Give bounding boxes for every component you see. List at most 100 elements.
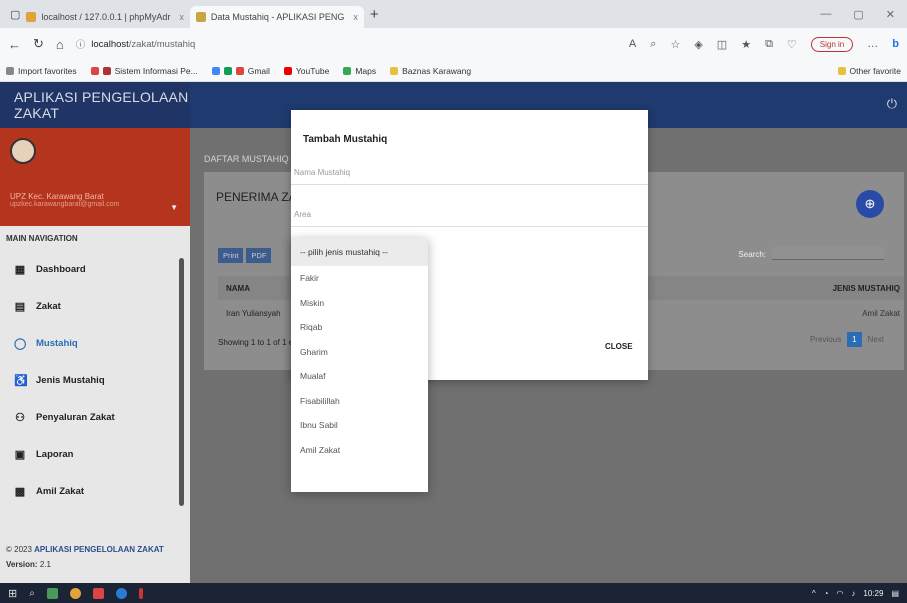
wifi-icon[interactable]: ◠ (836, 589, 843, 598)
extension-icon[interactable]: ◈ (694, 38, 702, 51)
area-field[interactable]: Area (291, 204, 648, 226)
sidebar-item-dashboard[interactable]: ▦ Dashboard (0, 251, 190, 288)
sidebar-item-jenis-mustahiq[interactable]: ♿ Jenis Mustahiq (0, 362, 190, 399)
phpmyadmin-icon (26, 12, 37, 22)
google-icon (211, 66, 220, 75)
field-divider (291, 184, 648, 185)
sidebar-scrollbar[interactable] (179, 258, 184, 506)
zoom-icon[interactable]: ⌕ (650, 38, 656, 51)
close-tab-icon[interactable]: x (353, 12, 358, 22)
new-tab-button[interactable]: + (370, 6, 379, 23)
back-icon[interactable]: ← (8, 37, 21, 52)
cell-jenis: Amil Zakat (862, 309, 900, 318)
bookmark-maps[interactable]: Maps (343, 66, 376, 76)
search-input[interactable] (772, 246, 884, 260)
read-aloud-icon[interactable]: A (629, 38, 636, 50)
file-explorer-icon[interactable] (46, 587, 58, 599)
gmail-m-icon (90, 66, 99, 75)
option-amil-zakat[interactable]: Amil Zakat (291, 438, 428, 463)
edge-icon[interactable] (115, 587, 127, 599)
maps-icon (343, 66, 352, 75)
bookmark-baznas[interactable]: Baznas Karawang (390, 66, 471, 76)
info-icon[interactable]: ⓘ (76, 37, 86, 51)
more-icon[interactable]: … (867, 38, 878, 50)
bookmark-youtube[interactable]: YouTube (283, 66, 329, 76)
performance-icon[interactable]: ♡ (787, 38, 797, 51)
url-path: /zakat/mustahiq (128, 38, 196, 50)
option-fisabilillah[interactable]: Fisabilillah (291, 389, 428, 414)
split-screen-icon[interactable]: ◫ (717, 38, 727, 51)
favorite-star-icon[interactable]: ☆ (670, 38, 680, 51)
option-gharim[interactable]: Gharim (291, 340, 428, 365)
folder-icon (837, 66, 846, 75)
tab-phpmyadmin[interactable]: localhost / 127.0.0.1 | phpMyAdr x (20, 6, 189, 28)
sidebar-item-amil-zakat[interactable]: ▩ Amil Zakat (0, 473, 190, 510)
jenis-mustahiq-dropdown[interactable]: -- pilih jenis mustahiq -- Fakir Miskin … (291, 238, 428, 492)
option-placeholder[interactable]: -- pilih jenis mustahiq -- (291, 238, 428, 266)
column-nama[interactable]: NAMA (226, 284, 250, 293)
url-input[interactable]: ⓘ localhost/zakat/mustahiq (76, 37, 617, 52)
clock[interactable]: 10:29 (863, 589, 883, 598)
minimize-icon[interactable]: — (820, 8, 831, 21)
print-button[interactable]: Print (218, 248, 244, 263)
tab-data-mustahiq[interactable]: Data Mustahiq - APLIKASI PENG x (189, 6, 364, 28)
chevron-down-icon[interactable]: ▼ (170, 203, 178, 212)
app-favicon-icon (195, 12, 206, 22)
baznas-icon (390, 66, 399, 75)
tab-actions-icon[interactable]: ▢ (10, 8, 20, 21)
sidebar: UPZ Kec. Karawang Barat upzkec.karawangb… (0, 128, 190, 583)
option-riqab[interactable]: Riqab (291, 315, 428, 340)
bookmark-gmail[interactable]: Gmail (211, 66, 270, 76)
next-button[interactable]: Next (868, 335, 884, 344)
windows-taskbar: ⊞ ⌕ ^ ◔ ◠ ♪ 10:29 ▤ (0, 583, 907, 603)
page-1-button[interactable]: 1 (847, 332, 862, 347)
option-ibnu-sabil[interactable]: Ibnu Sabil (291, 413, 428, 438)
option-fakir[interactable]: Fakir (291, 266, 428, 291)
previous-button[interactable]: Previous (810, 335, 841, 344)
network-icon[interactable]: ◔ (824, 589, 829, 598)
import-icon (6, 66, 14, 75)
main-navigation-heading: MAIN NAVIGATION (6, 234, 78, 243)
mustahiq-icon: ◯ (14, 337, 27, 350)
option-mualaf[interactable]: Mualaf (291, 364, 428, 389)
sidebar-item-mustahiq[interactable]: ◯ Mustahiq (0, 325, 190, 362)
app-icon[interactable] (92, 587, 104, 599)
collections-icon[interactable]: ⧉ (765, 38, 773, 51)
bookmark-import[interactable]: Import favorites (6, 66, 77, 76)
favorites-icon[interactable]: ★ (741, 38, 751, 51)
tab-label: Data Mustahiq - APLIKASI PENG (210, 12, 345, 22)
app-icon[interactable] (138, 587, 143, 599)
column-jenis-mustahiq[interactable]: JENIS MUSTAHIQ (833, 284, 900, 293)
bing-icon[interactable]: b (892, 38, 899, 50)
sidebar-item-zakat[interactable]: ▤ Zakat (0, 288, 190, 325)
sign-in-button[interactable]: Sign in (810, 36, 854, 52)
nama-mustahiq-field[interactable]: Nama Mustahiq (291, 162, 648, 184)
power-icon[interactable]: ⏻ (887, 96, 897, 112)
refresh-icon[interactable]: ↻ (33, 36, 44, 52)
browser-tabbar: ▢ localhost / 127.0.0.1 | phpMyAdr x Dat… (0, 0, 907, 28)
close-button[interactable]: CLOSE (605, 342, 633, 351)
sidebar-footer: © 2023 APLIKASI PENGELOLAAN ZAKAT Versio… (6, 545, 164, 569)
chevron-up-icon[interactable]: ^ (812, 589, 816, 598)
notification-icon[interactable]: ▤ (891, 589, 899, 598)
wheelchair-icon: ♿ (14, 374, 28, 387)
chrome-icon[interactable] (69, 587, 81, 599)
app-brand[interactable]: APLIKASI PENGELOLAAN ZAKAT (0, 82, 190, 128)
report-icon: ▣ (14, 448, 26, 461)
bookmarks-bar: Import favorites Sistem Informasi Pe... … (0, 60, 907, 82)
search-label: Search: (738, 250, 766, 259)
windows-start-icon[interactable]: ⊞ (8, 587, 17, 600)
bookmark-sistem[interactable]: Sistem Informasi Pe... (90, 66, 198, 76)
sidebar-item-laporan[interactable]: ▣ Laporan (0, 436, 190, 473)
bookmark-other-favorites[interactable]: Other favorite (837, 66, 901, 76)
volume-icon[interactable]: ♪ (851, 589, 855, 598)
close-tab-icon[interactable]: x (179, 12, 184, 22)
sidebar-item-penyaluran-zakat[interactable]: ⚇ Penyaluran Zakat (0, 399, 190, 436)
option-miskin[interactable]: Miskin (291, 291, 428, 316)
add-mustahiq-button[interactable]: ⊕ (856, 190, 884, 218)
search-icon[interactable]: ⌕ (29, 588, 35, 599)
pdf-button[interactable]: PDF (246, 248, 272, 263)
maximize-icon[interactable]: ▢ (853, 8, 863, 21)
home-icon[interactable]: ⌂ (56, 37, 64, 52)
close-window-icon[interactable]: ✕ (886, 8, 895, 21)
